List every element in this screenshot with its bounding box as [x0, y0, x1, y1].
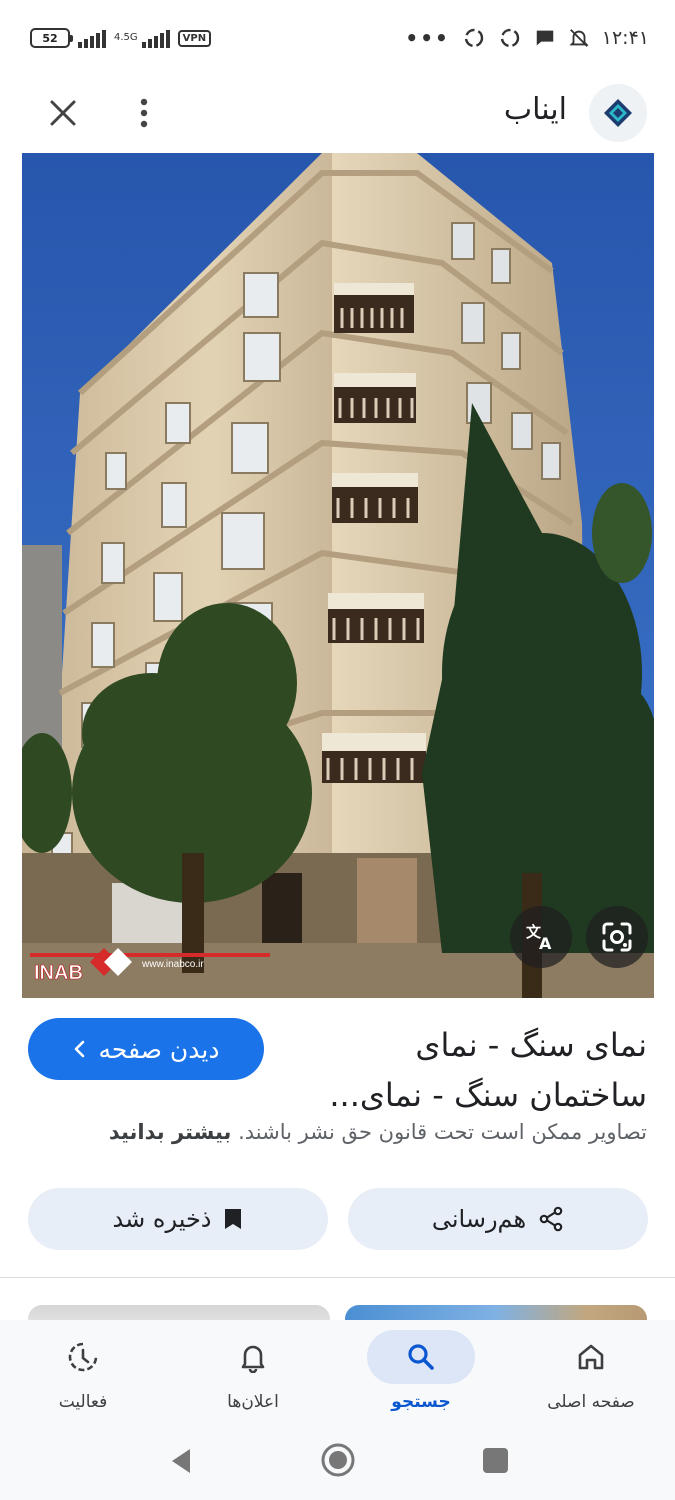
save-button[interactable]: ذخیره شد — [28, 1188, 328, 1250]
bookmark-icon — [225, 1209, 242, 1229]
network-type: 4.5G — [114, 32, 138, 43]
vpn-badge: VPN — [177, 29, 212, 47]
sync-icon — [464, 28, 483, 48]
nav-activity-label: فعالیت — [58, 1392, 108, 1412]
more-notifications-icon: ••• — [405, 26, 450, 50]
signal-icon-2 — [141, 28, 170, 48]
battery-icon: 52 — [30, 28, 73, 48]
svg-text:A: A — [539, 934, 552, 953]
clock: ۱۲:۴۱ — [601, 27, 649, 49]
site-name[interactable]: ایناب — [504, 92, 567, 127]
bottom-navigation: صفحه اصلی جستجو اعلان‌ها فعالیت — [0, 1320, 675, 1428]
google-lens-icon — [602, 922, 632, 952]
nav-home[interactable]: صفحه اصلی — [516, 1330, 666, 1412]
activity-clock-icon — [68, 1342, 98, 1372]
status-right: ••• ۱۲:۴۱ — [405, 26, 649, 50]
system-home-button[interactable] — [320, 1442, 356, 1478]
close-icon — [50, 100, 76, 126]
system-recents-button[interactable] — [483, 1448, 508, 1473]
result-title[interactable]: نمای سنگ - نمای ساختمان سنگ - نمای... — [307, 1020, 647, 1120]
search-icon — [408, 1344, 434, 1370]
nav-notifications-label: اعلان‌ها — [227, 1392, 279, 1412]
site-logo[interactable] — [589, 84, 647, 142]
translate-button[interactable]: 文 A — [510, 906, 572, 968]
system-back-button[interactable] — [168, 1446, 194, 1476]
home-icon — [578, 1344, 604, 1370]
save-label: ذخیره شد — [112, 1205, 212, 1233]
result-title-line1: نمای سنگ - نمای — [415, 1026, 647, 1064]
chevron-left-icon — [74, 1040, 84, 1058]
nav-notifications[interactable]: اعلان‌ها — [178, 1330, 328, 1412]
nav-search[interactable]: جستجو — [346, 1330, 496, 1412]
nav-search-label: جستجو — [391, 1392, 451, 1412]
visit-page-label: دیدن صفحه — [98, 1034, 220, 1064]
share-button[interactable]: هم‌رسانی — [348, 1188, 648, 1250]
status-bar: 52 4.5G VPN ••• ۱۲:۴۱ — [0, 0, 675, 80]
result-title-line2: ساختمان سنگ - نمای... — [329, 1076, 647, 1114]
copyright-notice: تصاویر ممکن است تحت قانون حق نشر باشند. … — [27, 1120, 647, 1144]
result-image[interactable]: INAB www.inabco.ir 文 A — [22, 153, 654, 998]
nav-activity[interactable]: فعالیت — [8, 1330, 158, 1412]
translate-icon: 文 A — [526, 923, 552, 953]
signal-icon — [78, 28, 106, 48]
copyright-text: تصاویر ممکن است تحت قانون حق نشر باشند. — [238, 1120, 647, 1144]
visit-page-button[interactable]: دیدن صفحه — [28, 1018, 264, 1080]
share-label: هم‌رسانی — [431, 1205, 527, 1233]
building-photo: INAB www.inabco.ir — [22, 153, 654, 998]
close-button[interactable] — [42, 92, 84, 134]
status-left: 52 4.5G VPN — [30, 28, 212, 48]
more-vert-icon — [140, 98, 148, 128]
watermark-brand: INAB — [34, 962, 83, 984]
sync-icon-2 — [500, 28, 519, 48]
learn-more-link[interactable]: بیشتر بدانید — [109, 1120, 232, 1144]
nav-home-label: صفحه اصلی — [547, 1392, 635, 1412]
system-navigation-bar — [0, 1428, 675, 1500]
divider — [0, 1277, 675, 1278]
site-logo-icon — [604, 99, 632, 127]
more-options-button[interactable] — [128, 92, 160, 134]
watermark-url: www.inabco.ir — [141, 959, 204, 970]
muted-bell-icon — [569, 29, 589, 47]
google-lens-button[interactable] — [586, 906, 648, 968]
chat-icon — [536, 30, 554, 46]
bell-icon — [241, 1345, 265, 1373]
share-icon — [539, 1206, 563, 1232]
battery-level: 52 — [42, 31, 58, 45]
viewer-header: ایناب — [0, 80, 675, 154]
